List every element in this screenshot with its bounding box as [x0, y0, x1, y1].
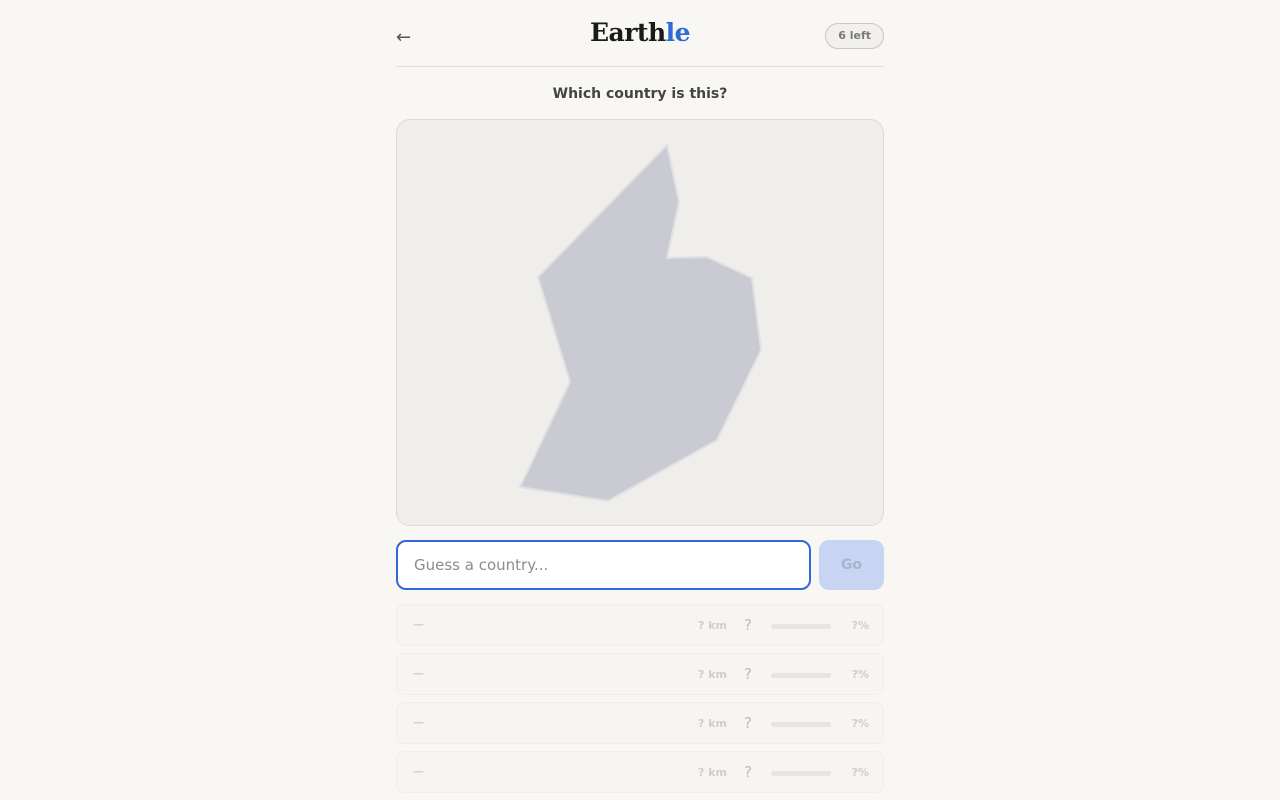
guess-distance: ? km: [698, 766, 727, 779]
guess-country-name: —: [413, 618, 424, 631]
proximity-percent: ?%: [851, 766, 869, 779]
guess-list: — ? km ? ?% — ? km ? ?% — ? km ? ?% — ? …: [396, 604, 884, 800]
proximity-bar: [771, 771, 831, 776]
logo-text: Earth: [589, 18, 666, 47]
country-shape: [519, 144, 762, 502]
guess-form: Go: [396, 540, 884, 590]
guess-distance: ? km: [698, 717, 727, 730]
direction-unknown-icon: ?: [744, 665, 752, 683]
guess-distance: ? km: [698, 619, 727, 632]
guesses-remaining-badge: 6 left: [825, 23, 884, 49]
guess-input[interactable]: [396, 540, 811, 590]
guess-slot: — ? km ? ?%: [396, 653, 884, 695]
guess-country-name: —: [413, 667, 424, 680]
guess-country-name: —: [413, 716, 424, 729]
country-silhouette-card: [396, 119, 884, 526]
guess-slot: — ? km ? ?%: [396, 702, 884, 744]
direction-unknown-icon: ?: [744, 616, 752, 634]
logo: Earthle: [396, 18, 884, 47]
question-prompt: Which country is this?: [552, 86, 728, 102]
guess-slot: — ? km ? ?%: [396, 751, 884, 793]
proximity-bar: [771, 624, 831, 629]
header: ← Earthle 6 left: [396, 0, 884, 67]
logo-accent-text: le: [665, 18, 691, 47]
country-silhouette: [519, 144, 762, 502]
proximity-percent: ?%: [851, 619, 869, 632]
go-button[interactable]: Go: [819, 540, 884, 590]
proximity-bar: [771, 722, 831, 727]
proximity-bar: [771, 673, 831, 678]
guess-country-name: —: [413, 765, 424, 778]
guess-slot: — ? km ? ?%: [396, 604, 884, 646]
proximity-percent: ?%: [851, 717, 869, 730]
guess-distance: ? km: [698, 668, 727, 681]
game-container: ← Earthle 6 left Which country is this? …: [396, 0, 884, 793]
direction-unknown-icon: ?: [744, 763, 752, 781]
direction-unknown-icon: ?: [744, 714, 752, 732]
proximity-percent: ?%: [851, 668, 869, 681]
